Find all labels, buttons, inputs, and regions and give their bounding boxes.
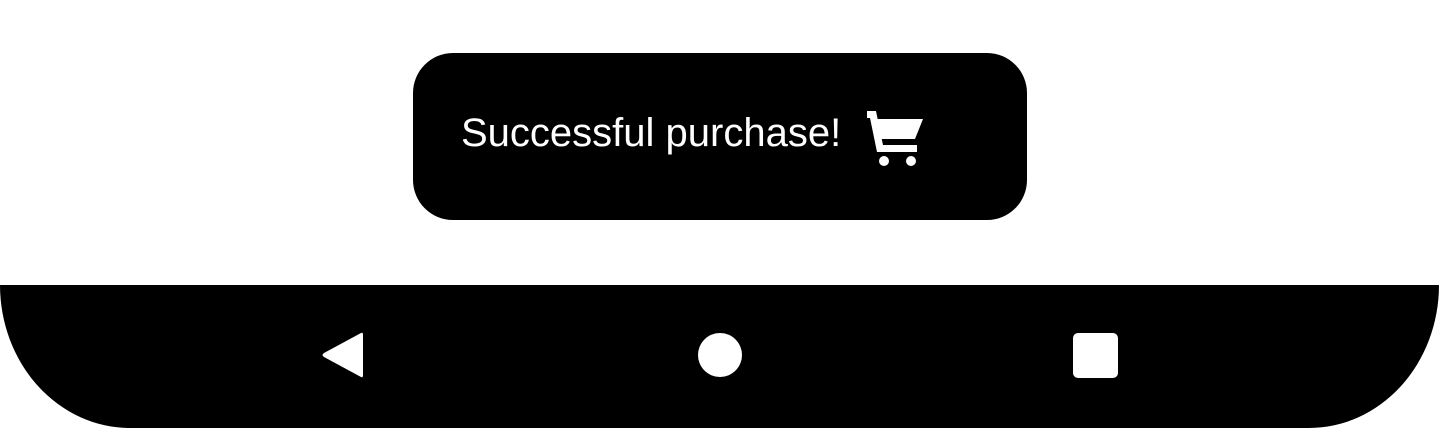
back-triangle-icon bbox=[322, 332, 363, 378]
shopping-cart-icon bbox=[867, 110, 924, 166]
home-circle-icon bbox=[698, 333, 742, 377]
toast-message: Successful purchase! bbox=[461, 110, 842, 155]
back-button[interactable] bbox=[300, 313, 384, 397]
recents-button[interactable] bbox=[1053, 313, 1137, 397]
recents-square-icon bbox=[1072, 332, 1118, 378]
screen: Successful purchase! bbox=[0, 0, 1439, 428]
home-button[interactable] bbox=[678, 313, 762, 397]
system-navigation-bar bbox=[0, 285, 1439, 428]
purchase-toast: Successful purchase! bbox=[413, 53, 1027, 220]
